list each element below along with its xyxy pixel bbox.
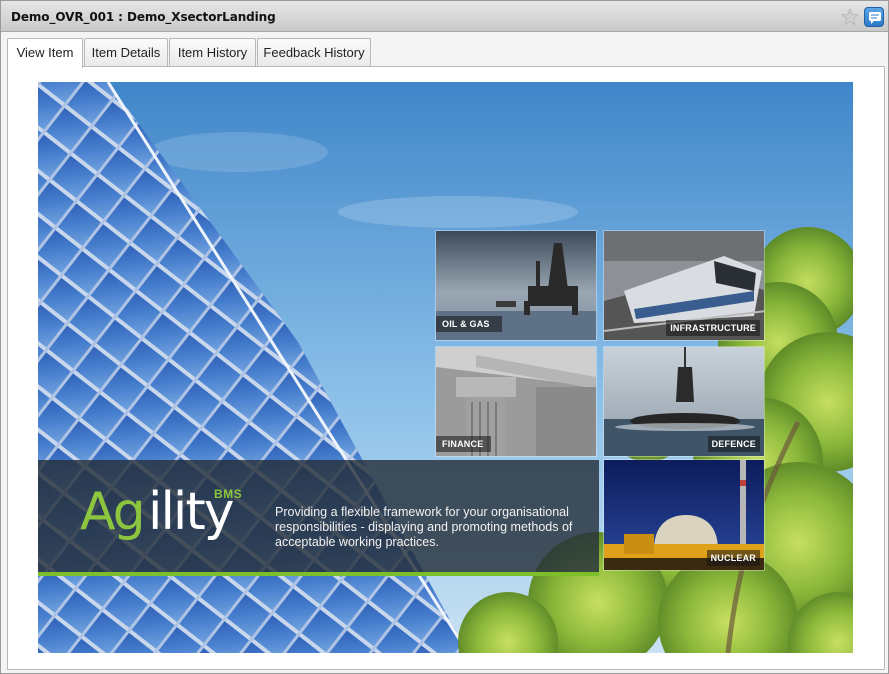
item-content-panel: OIL & GAS INFRASTRUCTURE FINANCE DEFENCE… xyxy=(7,66,885,670)
tile-label: FINANCE xyxy=(436,436,492,452)
tile-infrastructure[interactable]: INFRASTRUCTURE xyxy=(603,230,765,341)
tile-label: DEFENCE xyxy=(707,436,760,452)
agility-logo-bms: BMS xyxy=(214,487,243,501)
tile-label: INFRASTRUCTURE xyxy=(666,320,760,336)
tab-view-item[interactable]: View Item xyxy=(7,38,83,68)
star-icon[interactable] xyxy=(841,8,859,26)
tile-label: OIL & GAS xyxy=(436,316,502,332)
landing-hero-image: OIL & GAS INFRASTRUCTURE FINANCE DEFENCE… xyxy=(38,82,853,653)
window-title: Demo_OVR_001 : Demo_XsectorLanding xyxy=(11,10,276,24)
tile-finance[interactable]: FINANCE xyxy=(435,346,597,457)
item-window: Demo_OVR_001 : Demo_XsectorLanding View … xyxy=(0,0,889,674)
title-bar: Demo_OVR_001 : Demo_XsectorLanding xyxy=(1,1,888,32)
tab-item-details[interactable]: Item Details xyxy=(84,38,168,67)
tile-label: NUCLEAR xyxy=(706,550,760,566)
tile-defence[interactable]: DEFENCE xyxy=(603,346,765,457)
tab-item-history[interactable]: Item History xyxy=(169,38,256,67)
banner-accent-line xyxy=(38,572,599,576)
agility-logo-ag: Ag xyxy=(80,482,146,542)
tab-feedback-history[interactable]: Feedback History xyxy=(257,38,371,67)
tagline-text: Providing a flexible framework for your … xyxy=(275,505,573,549)
tile-nuclear[interactable]: NUCLEAR xyxy=(603,459,765,571)
feedback-icon[interactable] xyxy=(864,7,884,27)
tile-oil-gas[interactable]: OIL & GAS xyxy=(435,230,597,341)
